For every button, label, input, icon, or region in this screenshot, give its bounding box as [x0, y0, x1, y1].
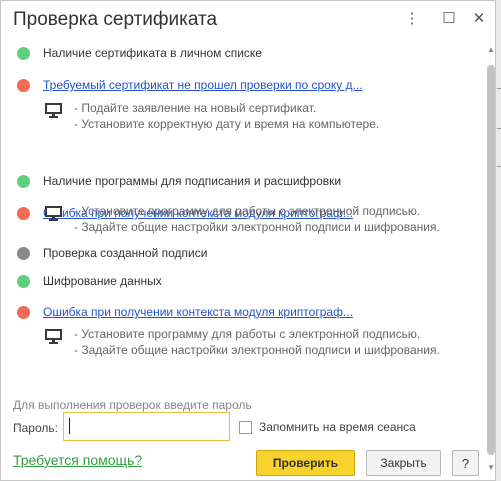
advice-block: - Установите программу для работы с элек…: [45, 203, 440, 235]
maximize-icon[interactable]: ☐: [440, 10, 458, 28]
check-label: Шифрование данных: [43, 274, 162, 288]
advice-line: - Установите программу для работы с элек…: [74, 204, 421, 218]
status-ok-icon: [17, 46, 30, 60]
status-ok-icon: [17, 274, 30, 288]
remember-session-checkbox[interactable]: Запомнить на время сеанса: [239, 420, 416, 434]
monitor-icon: [45, 329, 63, 345]
advice-line: - Задайте общие настройки электронной по…: [74, 220, 440, 234]
scroll-up-icon[interactable]: ▲: [487, 45, 495, 54]
check-label: Наличие сертификата в личном списке: [43, 46, 262, 60]
password-input[interactable]: [63, 412, 230, 441]
certificate-check-dialog: Проверка сертификата ⋮ ☐ ✕ Наличие серти…: [0, 0, 496, 481]
advice-block: - Подайте заявление на новый сертификат.…: [45, 100, 379, 132]
advice-line: - Задайте общие настройки электронной по…: [74, 343, 440, 357]
close-icon[interactable]: ✕: [470, 10, 488, 28]
check-button[interactable]: Проверить: [256, 450, 355, 476]
monitor-icon: [45, 103, 63, 119]
password-label: Пароль:: [13, 421, 58, 435]
help-link[interactable]: Требуется помощь?: [13, 452, 142, 468]
status-error-icon: [17, 78, 30, 92]
background-divider: [497, 166, 501, 167]
help-button[interactable]: ?: [452, 450, 479, 476]
advice-line: - Установите корректную дату и время на …: [74, 117, 380, 131]
check-row-crypto-context-2: Ошибка при получении контекста модуля кр…: [17, 303, 353, 321]
check-label: Наличие программы для подписания и расши…: [43, 174, 342, 188]
background-edge: [497, 0, 501, 481]
dialog-title: Проверка сертификата: [13, 9, 218, 30]
text-caret: [69, 418, 70, 434]
remember-label: Запомнить на время сеанса: [259, 420, 416, 434]
status-pending-icon: [17, 246, 30, 260]
close-button[interactable]: Закрыть: [366, 450, 441, 476]
checkbox-box[interactable]: [239, 420, 252, 434]
status-error-icon: [17, 305, 30, 319]
check-error-link[interactable]: Требуемый сертификат не прошел проверки …: [43, 78, 363, 92]
status-error-icon: [17, 206, 30, 220]
check-row-certificate-validity: Требуемый сертификат не прошел проверки …: [17, 76, 363, 94]
password-hint: Для выполнения проверок введите пароль: [13, 398, 252, 412]
check-error-link[interactable]: Ошибка при получении контекста модуля кр…: [43, 305, 353, 319]
check-row-certificate-in-list: Наличие сертификата в личном списке: [17, 44, 262, 62]
advice-line: - Подайте заявление на новый сертификат.: [74, 101, 317, 115]
more-menu-icon[interactable]: ⋮: [403, 10, 421, 28]
vertical-scrollbar[interactable]: ▲ ▼: [486, 45, 496, 475]
check-row-encryption: Шифрование данных: [17, 272, 162, 290]
background-divider: [497, 128, 501, 129]
background-divider: [497, 88, 501, 89]
advice-block: - Установите программу для работы с элек…: [45, 326, 440, 358]
monitor-icon: [45, 206, 63, 222]
advice-line: - Установите программу для работы с элек…: [74, 327, 421, 341]
check-row-crypto-program: Наличие программы для подписания и расши…: [17, 172, 341, 190]
status-ok-icon: [17, 174, 30, 188]
check-label: Проверка созданной подписи: [43, 246, 208, 260]
scroll-down-icon[interactable]: ▼: [487, 463, 495, 472]
check-row-signature-created: Проверка созданной подписи: [17, 244, 207, 262]
scrollbar-thumb[interactable]: [487, 65, 495, 455]
